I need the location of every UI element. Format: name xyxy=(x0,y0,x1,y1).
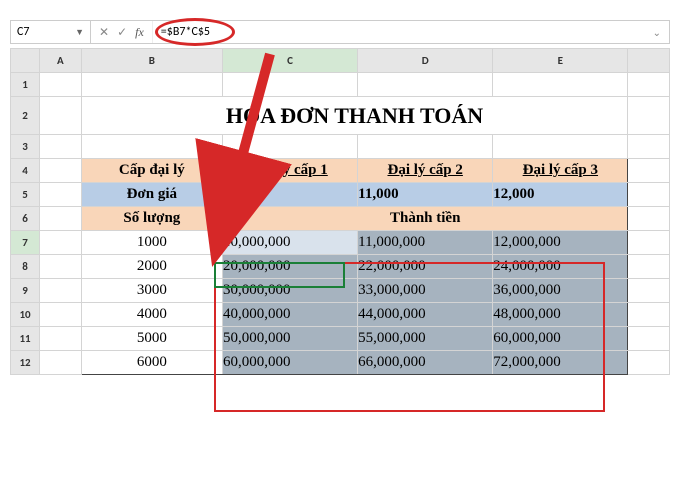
row-header-6[interactable]: 6 xyxy=(11,207,40,231)
row-header-8[interactable]: 8 xyxy=(11,255,40,279)
col-header-D[interactable]: D xyxy=(358,49,493,73)
row-header-5[interactable]: 5 xyxy=(11,183,40,207)
hdr-dai-ly-3[interactable]: Đại lý cấp 3 xyxy=(493,159,628,183)
val-3-c3[interactable]: 48,000,000 xyxy=(493,303,628,327)
formula-input[interactable]: =$B7*C$5 xyxy=(153,21,645,43)
formula-bar-row: C7 ▼ ✕ ✓ fx =$B7*C$5 ⌄ xyxy=(10,20,670,44)
hdr-dai-ly-2[interactable]: Đại lý cấp 2 xyxy=(358,159,493,183)
cancel-icon[interactable]: ✕ xyxy=(99,25,109,40)
name-box-value: C7 xyxy=(17,25,29,39)
price-c3[interactable]: 12,000 xyxy=(493,183,628,207)
name-box[interactable]: C7 ▼ xyxy=(11,21,91,43)
val-0-c1[interactable]: 10,000,000 xyxy=(223,231,358,255)
qty-5[interactable]: 6000 xyxy=(81,351,222,375)
hdr-dai-ly-1[interactable]: Đại lý cấp 1 xyxy=(223,159,358,183)
col-header-extra[interactable] xyxy=(628,49,670,73)
val-5-c3[interactable]: 72,000,000 xyxy=(493,351,628,375)
qty-4[interactable]: 5000 xyxy=(81,327,222,351)
col-header-A[interactable]: A xyxy=(40,49,82,73)
hdr-cap-dai-ly[interactable]: Cấp đại lý xyxy=(81,159,222,183)
qty-3[interactable]: 4000 xyxy=(81,303,222,327)
val-2-c1[interactable]: 30,000,000 xyxy=(223,279,358,303)
row-header-9[interactable]: 9 xyxy=(11,279,40,303)
chevron-down-icon[interactable]: ▼ xyxy=(75,27,84,38)
row-header-12[interactable]: 12 xyxy=(11,351,40,375)
fx-icon[interactable]: fx xyxy=(135,25,144,40)
label-thanh-tien[interactable]: Thành tiền xyxy=(223,207,628,231)
val-3-c1[interactable]: 40,000,000 xyxy=(223,303,358,327)
title-cell[interactable]: HÓA ĐƠN THANH TOÁN xyxy=(81,97,628,135)
formula-text: =$B7*C$5 xyxy=(161,25,210,39)
val-1-c2[interactable]: 22,000,000 xyxy=(358,255,493,279)
select-all-corner[interactable] xyxy=(11,49,40,73)
qty-2[interactable]: 3000 xyxy=(81,279,222,303)
val-5-c1[interactable]: 60,000,000 xyxy=(223,351,358,375)
col-header-E[interactable]: E xyxy=(493,49,628,73)
row-header-10[interactable]: 10 xyxy=(11,303,40,327)
val-5-c2[interactable]: 66,000,000 xyxy=(358,351,493,375)
val-0-c3[interactable]: 12,000,000 xyxy=(493,231,628,255)
val-0-c2[interactable]: 11,000,000 xyxy=(358,231,493,255)
price-c1[interactable]: 10,000 xyxy=(223,183,358,207)
price-c2[interactable]: 11,000 xyxy=(358,183,493,207)
row-header-3[interactable]: 3 xyxy=(11,135,40,159)
val-2-c2[interactable]: 33,000,000 xyxy=(358,279,493,303)
label-so-luong[interactable]: Số lượng xyxy=(81,207,222,231)
qty-0[interactable]: 1000 xyxy=(81,231,222,255)
col-header-C[interactable]: C xyxy=(223,49,358,73)
label-don-gia[interactable]: Đơn giá xyxy=(81,183,222,207)
row-header-7[interactable]: 7 xyxy=(11,231,40,255)
row-header-11[interactable]: 11 xyxy=(11,327,40,351)
enter-icon[interactable]: ✓ xyxy=(117,25,127,40)
val-1-c3[interactable]: 24,000,000 xyxy=(493,255,628,279)
row-header-1[interactable]: 1 xyxy=(11,73,40,97)
col-header-B[interactable]: B xyxy=(81,49,222,73)
row-header-4[interactable]: 4 xyxy=(11,159,40,183)
spreadsheet-grid[interactable]: A B C D E 1 2 HÓA ĐƠN THANH TOÁN 3 xyxy=(10,48,670,375)
formula-buttons: ✕ ✓ fx xyxy=(91,21,153,43)
val-1-c1[interactable]: 20,000,000 xyxy=(223,255,358,279)
row-header-2[interactable]: 2 xyxy=(11,97,40,135)
val-4-c2[interactable]: 55,000,000 xyxy=(358,327,493,351)
qty-1[interactable]: 2000 xyxy=(81,255,222,279)
val-2-c3[interactable]: 36,000,000 xyxy=(493,279,628,303)
val-4-c1[interactable]: 50,000,000 xyxy=(223,327,358,351)
val-3-c2[interactable]: 44,000,000 xyxy=(358,303,493,327)
val-4-c3[interactable]: 60,000,000 xyxy=(493,327,628,351)
expand-formula-icon[interactable]: ⌄ xyxy=(645,26,669,39)
